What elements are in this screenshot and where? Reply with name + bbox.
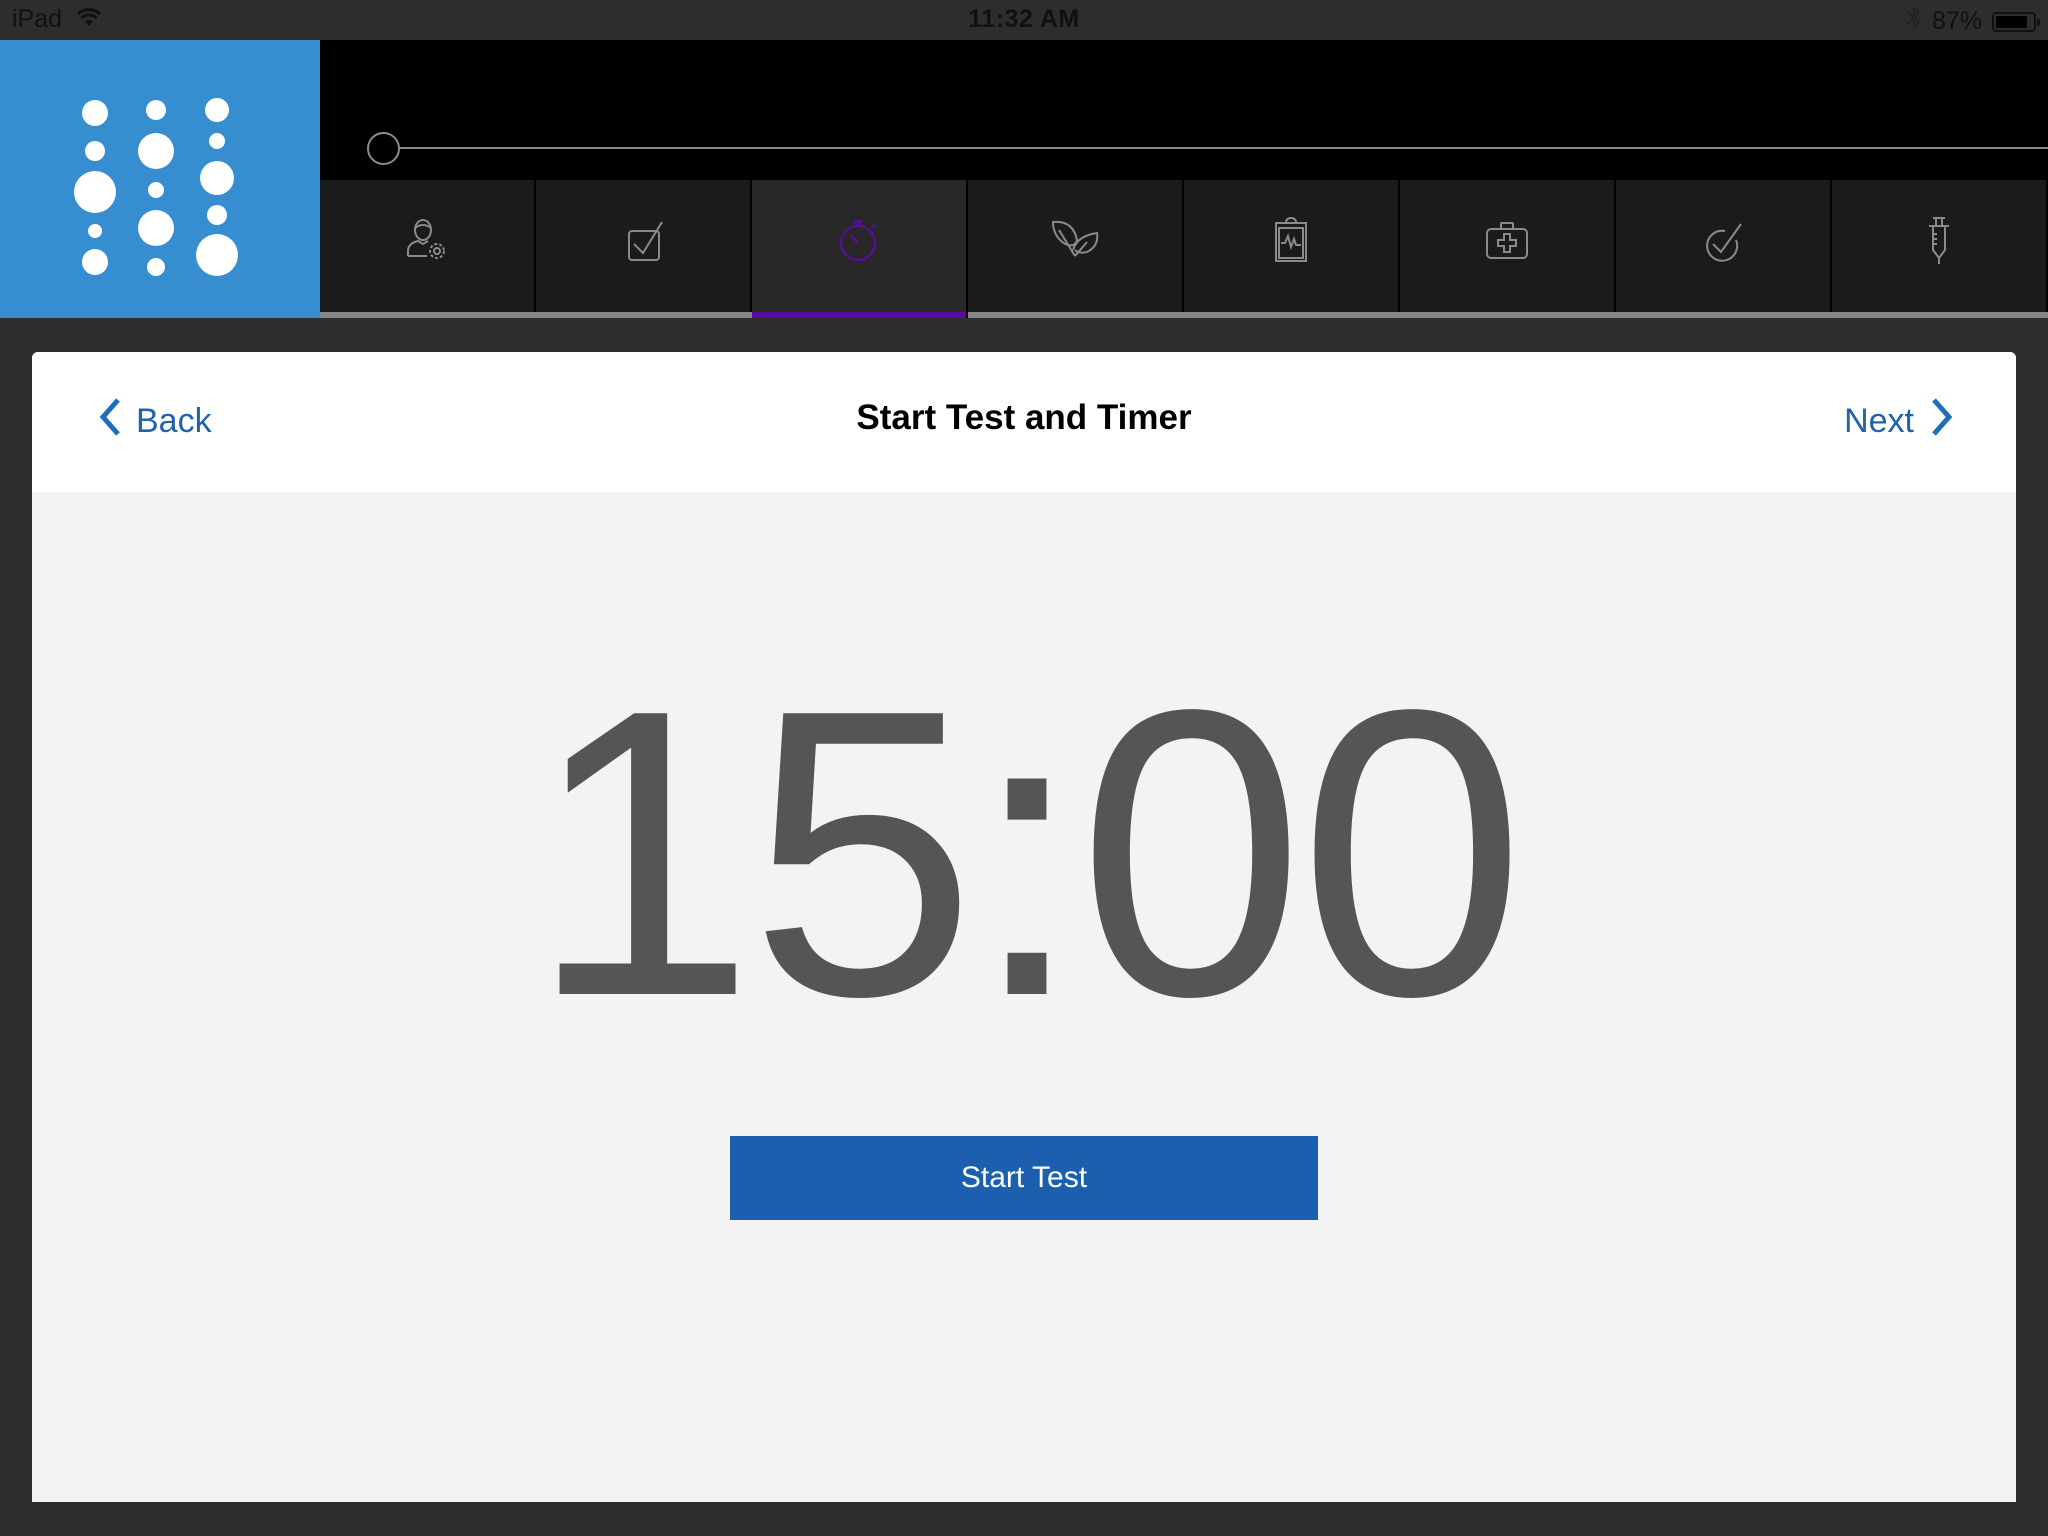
tab-injection[interactable]	[1832, 180, 2048, 318]
logo-panel[interactable]	[0, 40, 320, 318]
tab-underline-active	[752, 312, 966, 318]
tab-underline	[1184, 312, 1400, 318]
next-label: Next	[1844, 402, 1914, 440]
tab-underline	[1616, 312, 1832, 318]
tab-timer[interactable]	[752, 180, 966, 318]
battery-icon	[1992, 11, 2040, 32]
tab-checklist[interactable]	[536, 180, 752, 318]
syringe-icon	[1915, 216, 1963, 269]
status-right: 87%	[1906, 5, 2040, 38]
progress-track[interactable]	[383, 147, 2048, 149]
clipboard-pulse-icon	[1267, 216, 1315, 269]
app-root: iPad 11:32 AM 87% Back Start Test and Ti…	[0, 0, 2048, 1536]
user-gear-icon	[403, 218, 451, 269]
tab-confirm[interactable]	[1616, 180, 1832, 318]
leaves-icon	[1049, 220, 1101, 269]
tab-patient-settings[interactable]	[320, 180, 536, 318]
bluetooth-icon	[1906, 5, 1922, 38]
tab-medical-kit[interactable]	[1400, 180, 1616, 318]
battery-tip	[2037, 18, 2040, 26]
tab-underline	[536, 312, 752, 318]
page-title: Start Test and Timer	[856, 398, 1192, 437]
app-logo-icon	[74, 98, 238, 276]
tab-clipboard-vitals[interactable]	[1184, 180, 1400, 318]
stopwatch-icon	[835, 219, 883, 269]
tab-allergens[interactable]	[968, 180, 1184, 318]
timer-display: 15:00	[528, 626, 1526, 1081]
check-circle-icon	[1699, 222, 1747, 269]
status-time: 11:32 AM	[968, 5, 1080, 33]
tab-underline	[1832, 312, 2048, 318]
card-header: Back Start Test and Timer Next	[32, 352, 2016, 492]
battery-percent: 87%	[1931, 7, 1982, 35]
content-card: Back Start Test and Timer Next 15:00 Sta…	[32, 352, 2016, 1502]
progress-handle[interactable]	[367, 132, 400, 165]
checkbox-icon	[619, 220, 667, 269]
tab-underline	[1400, 312, 1616, 318]
start-test-button[interactable]: Start Test	[730, 1136, 1318, 1220]
next-button[interactable]: Next	[1844, 397, 1954, 446]
progress-header	[320, 40, 2048, 180]
tab-underline	[320, 312, 536, 318]
tab-underline	[968, 312, 1184, 318]
chevron-right-icon	[1930, 397, 1954, 446]
medical-kit-icon	[1483, 221, 1531, 269]
step-tabs	[320, 180, 2048, 318]
status-bar: iPad 11:32 AM 87%	[0, 0, 2048, 40]
battery-fill	[1996, 15, 2028, 28]
